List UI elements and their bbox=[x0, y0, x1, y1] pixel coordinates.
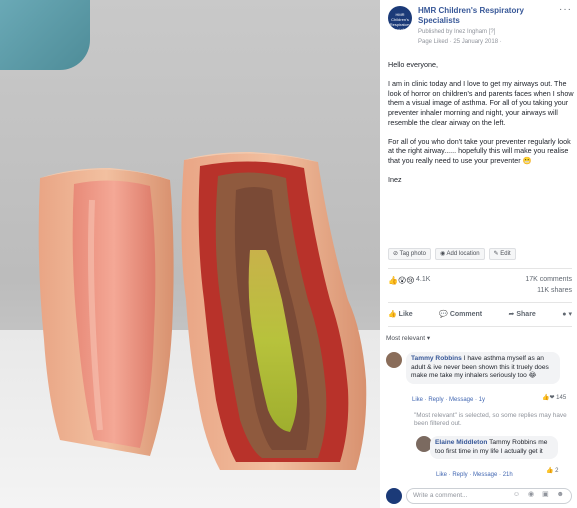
reaction-count[interactable]: 4.1K bbox=[416, 276, 430, 283]
post-paragraph: Hello everyone, bbox=[388, 60, 438, 69]
page-avatar[interactable]: HMR Children's Respiratory Specialists bbox=[388, 6, 412, 30]
post-body: Hello everyone, I am in clinic today and… bbox=[388, 60, 574, 194]
tag-photo-label: Tag photo bbox=[399, 251, 426, 257]
post-panel: HMR Children's Respiratory Specialists H… bbox=[380, 0, 577, 508]
asthmatic-airway-model bbox=[181, 152, 367, 470]
comments-count[interactable]: 17K comments bbox=[525, 276, 572, 283]
reply-reaction-count: 2 bbox=[555, 468, 559, 474]
reaction-summary: 👍😮😢 4.1K 17K comments 11K shares bbox=[388, 276, 572, 298]
comment-label: Comment bbox=[449, 311, 483, 318]
share-button[interactable]: ➦ Share bbox=[509, 310, 536, 324]
post-paragraph: I am in clinic today and I love to get m… bbox=[388, 79, 574, 127]
current-user-avatar bbox=[386, 488, 402, 504]
reaction-icons[interactable]: 👍😮😢 bbox=[388, 276, 415, 285]
comment-bubble: Tammy Robbins I have asthma myself as an… bbox=[406, 352, 560, 384]
write-comment-row: Write a comment... ☺ ◉ ▣ ☻ bbox=[386, 486, 572, 506]
filter-note: "Most relevant" is selected, so some rep… bbox=[414, 412, 567, 428]
comment-actions-text[interactable]: Like · Reply · Message · 1y bbox=[412, 397, 485, 403]
reply-actions-text[interactable]: Like · Reply · Message · 21h bbox=[436, 472, 513, 478]
like-love-icon: 👍❤ bbox=[542, 395, 557, 401]
page-avatar-text: HMR Children's Respiratory Specialists bbox=[389, 12, 411, 30]
shares-count[interactable]: 11K shares bbox=[537, 287, 572, 294]
comment-reaction-badge[interactable]: 👍❤ 145 bbox=[542, 394, 566, 401]
post-photo[interactable] bbox=[0, 0, 380, 508]
photo-toolbar: ⊘ Tag photo ◉ Add location ✎ Edit bbox=[388, 248, 516, 261]
healthy-airway-model bbox=[38, 168, 174, 456]
reply-reaction-badge[interactable]: 👍 2 bbox=[546, 467, 558, 474]
comment-actions[interactable]: Like · Reply · Message · 1y bbox=[412, 397, 485, 403]
divider bbox=[388, 302, 572, 303]
tag-photo-button[interactable]: ⊘ Tag photo bbox=[388, 248, 431, 260]
thumbs-up-icon: 👍 bbox=[388, 311, 399, 318]
tag-icon: ⊘ bbox=[393, 251, 400, 257]
reply-bubble: Elaine Middleton Tammy Robbins me too fi… bbox=[430, 436, 558, 460]
like-label: Like bbox=[398, 311, 413, 318]
post-header: HMR Children's Respiratory Specialists H… bbox=[388, 4, 574, 50]
like-button[interactable]: 👍 Like bbox=[388, 310, 413, 324]
comment-button[interactable]: 💬 Comment bbox=[439, 310, 482, 324]
comment-sort-dropdown[interactable]: Most relevant ▾ bbox=[386, 334, 430, 342]
globe-icon: ● ▾ bbox=[562, 311, 572, 318]
add-location-label: Add location bbox=[446, 251, 480, 257]
divider bbox=[388, 326, 572, 327]
post-paragraph: For all of you who don't take your preve… bbox=[388, 136, 571, 165]
replier-name[interactable]: Elaine Middleton bbox=[435, 439, 487, 446]
post-action-buttons: 👍 Like 💬 Comment ➦ Share ● ▾ bbox=[388, 310, 572, 324]
share-label: Share bbox=[516, 311, 536, 318]
comment-reaction-count: 145 bbox=[556, 395, 567, 401]
location-pin-icon: ◉ bbox=[439, 251, 447, 257]
post-paragraph: Inez bbox=[388, 175, 402, 185]
audience-selector[interactable]: ● ▾ bbox=[562, 310, 572, 324]
like-icon: 👍 bbox=[546, 468, 556, 474]
speech-bubble-icon: 💬 bbox=[439, 311, 450, 318]
page-name-link[interactable]: HMR Children's Respiratory Specialists bbox=[418, 6, 550, 26]
add-location-button[interactable]: ◉ Add location bbox=[434, 248, 485, 260]
divider bbox=[388, 268, 572, 269]
published-by: Published by Inez Ingham [?] bbox=[418, 29, 496, 35]
airway-models-illustration bbox=[38, 152, 367, 470]
commenter-name[interactable]: Tammy Robbins bbox=[411, 355, 462, 362]
post-date[interactable]: Page Liked · 25 January 2018 · bbox=[418, 38, 502, 46]
reply-actions[interactable]: Like · Reply · Message · 21h bbox=[436, 472, 513, 478]
commenter-avatar[interactable] bbox=[386, 352, 402, 368]
edit-label: Edit bbox=[500, 251, 511, 257]
comment-input-icons[interactable]: ☺ ◉ ▣ ☻ bbox=[513, 490, 567, 498]
more-options-icon[interactable]: ··· bbox=[559, 4, 572, 15]
edit-button[interactable]: ✎ Edit bbox=[488, 248, 516, 260]
